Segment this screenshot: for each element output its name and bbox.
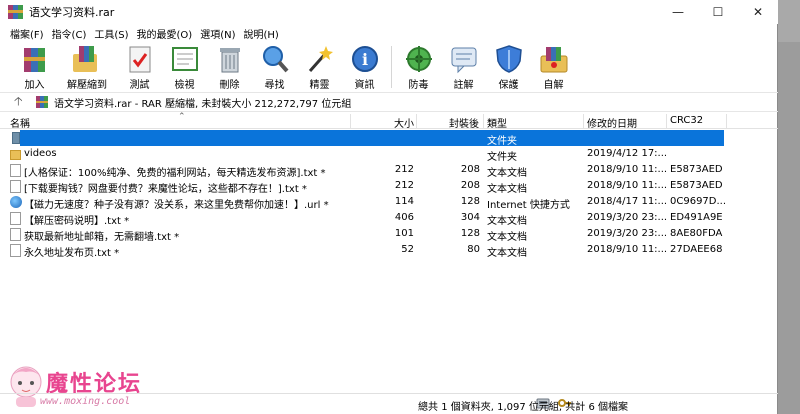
menu-help[interactable]: 說明(H): [244, 26, 279, 41]
protect-button[interactable]: 保護: [488, 42, 529, 92]
menu-options[interactable]: 選項(N): [200, 26, 235, 41]
column-modified-header[interactable]: 修改的日期: [587, 115, 637, 130]
sfx-label: 自解: [543, 80, 564, 91]
extract-to-button[interactable]: 解壓縮到: [59, 42, 115, 92]
winrar-window: 语文学习资料.rar — ☐ ✕ 檔案(F) 指令(C) 工具(S) 我的最愛(…: [0, 0, 778, 414]
find-button[interactable]: 尋找: [254, 42, 295, 92]
sort-caret-icon: ⌃: [178, 112, 186, 122]
delete-icon: [214, 44, 246, 74]
comment-icon: [448, 44, 480, 74]
text-file-icon: [10, 212, 21, 225]
close-button[interactable]: ✕: [738, 0, 778, 24]
folder-icon: [10, 150, 21, 160]
add-button[interactable]: 加入: [14, 42, 55, 92]
view-icon: [169, 44, 201, 74]
file-row[interactable]: 【解压密码说明】.txt * 406 304 文本文档 2019/3/20 23…: [0, 210, 778, 227]
winrar-app-icon: [8, 4, 24, 20]
sfx-icon: [538, 44, 570, 74]
up-one-level-icon[interactable]: 🡡: [14, 92, 30, 113]
title-bar: 语文学习资料.rar — ☐ ✕: [0, 0, 778, 24]
column-type-header[interactable]: 類型: [487, 115, 507, 130]
file-row[interactable]: [下载要掏钱？网盘要付费？来魔性论坛，这些都不存在！].txt * 212 20…: [0, 178, 778, 195]
protect-label: 保護: [498, 80, 519, 91]
test-label: 測試: [129, 80, 150, 91]
column-packed-header[interactable]: 封裝後: [449, 115, 479, 130]
window-title: 语文学习资料.rar: [29, 6, 115, 19]
add-label: 加入: [24, 80, 45, 91]
view-button[interactable]: 檢視: [164, 42, 205, 92]
delete-label: 刪除: [219, 80, 240, 91]
info-label: 資訊: [354, 80, 375, 91]
info-button[interactable]: i 資訊: [344, 42, 385, 92]
file-list-header: 名稱 ⌃ 大小 封裝後 類型 修改的日期 CRC32: [0, 112, 778, 130]
internet-shortcut-icon: [10, 196, 22, 208]
parent-folder-icon: [12, 132, 20, 144]
text-file-icon: [10, 180, 21, 193]
add-archive-icon: [19, 44, 51, 74]
menu-favorites[interactable]: 我的最愛(O): [137, 26, 193, 41]
menu-tools[interactable]: 工具(S): [94, 26, 128, 41]
toolbar: 加入 解壓縮到 測試 檢視 刪除 尋找 精靈 i 資訊 防毒 註解 保護 自解: [0, 42, 778, 92]
file-row[interactable]: [人格保证：100%纯净、免费的福利网站，每天精选发布资源].txt * 212…: [0, 162, 778, 179]
info-icon: i: [349, 44, 381, 74]
address-bar: 🡡 语文学习资料.rar - RAR 壓縮檔, 未封裝大小 212,272,79…: [0, 92, 778, 112]
file-row[interactable]: 获取最新地址邮箱，无需翻墙.txt * 101 128 文本文档 2019/3/…: [0, 226, 778, 243]
status-bar: 總共 1 個資料夾, 1,097 位元組, 共計 6 個檔案: [0, 393, 778, 414]
protect-icon: [493, 44, 525, 74]
column-crc-header[interactable]: CRC32: [670, 115, 703, 126]
comment-button[interactable]: 註解: [443, 42, 484, 92]
virus-scan-button[interactable]: 防毒: [398, 42, 439, 92]
wizard-button[interactable]: 精靈: [299, 42, 340, 92]
find-icon: [259, 44, 291, 74]
test-icon: [124, 44, 156, 74]
text-file-icon: [10, 228, 21, 241]
file-row[interactable]: 【磁力无速度？种子没有源？没关系，来这里免费帮你加速！】.url * 114 1…: [0, 194, 778, 211]
view-label: 檢視: [174, 80, 195, 91]
column-size-header[interactable]: 大小: [394, 115, 414, 130]
menu-file[interactable]: 檔案(F): [10, 26, 44, 41]
menu-bar: 檔案(F) 指令(C) 工具(S) 我的最愛(O) 選項(N) 說明(H): [0, 24, 778, 42]
maximize-button[interactable]: ☐: [698, 0, 738, 24]
file-row-parent[interactable]: 文件夹: [0, 130, 778, 147]
extract-to-label: 解壓縮到: [67, 80, 107, 91]
virus-scan-icon: [403, 44, 435, 74]
virus-scan-label: 防毒: [408, 80, 429, 91]
test-button[interactable]: 測試: [119, 42, 160, 92]
delete-button[interactable]: 刪除: [209, 42, 250, 92]
menu-commands[interactable]: 指令(C): [52, 26, 87, 41]
extract-to-icon: [71, 44, 103, 74]
sfx-button[interactable]: 自解: [533, 42, 574, 92]
toolbar-separator: [391, 46, 392, 88]
wizard-label: 精靈: [309, 80, 330, 91]
minimize-button[interactable]: —: [658, 0, 698, 24]
wizard-icon: [304, 44, 336, 74]
comment-label: 註解: [453, 80, 474, 91]
status-summary: 總共 1 個資料夾, 1,097 位元組, 共計 6 個檔案: [418, 402, 628, 413]
desktop-background-strip: [778, 0, 800, 414]
text-file-icon: [10, 164, 21, 177]
archive-path: 语文学习资料.rar - RAR 壓縮檔, 未封裝大小 212,272,797 …: [54, 98, 352, 110]
file-row[interactable]: 永久地址发布页.txt * 52 80 文本文档 2018/9/10 11:..…: [0, 242, 778, 259]
column-name-header[interactable]: 名稱: [10, 115, 30, 130]
file-row[interactable]: videos 文件夹 2019/4/12 17:...: [0, 146, 778, 163]
svg-text:i: i: [361, 50, 367, 69]
text-file-icon: [10, 244, 21, 257]
find-label: 尋找: [264, 80, 285, 91]
archive-icon: [36, 96, 50, 108]
